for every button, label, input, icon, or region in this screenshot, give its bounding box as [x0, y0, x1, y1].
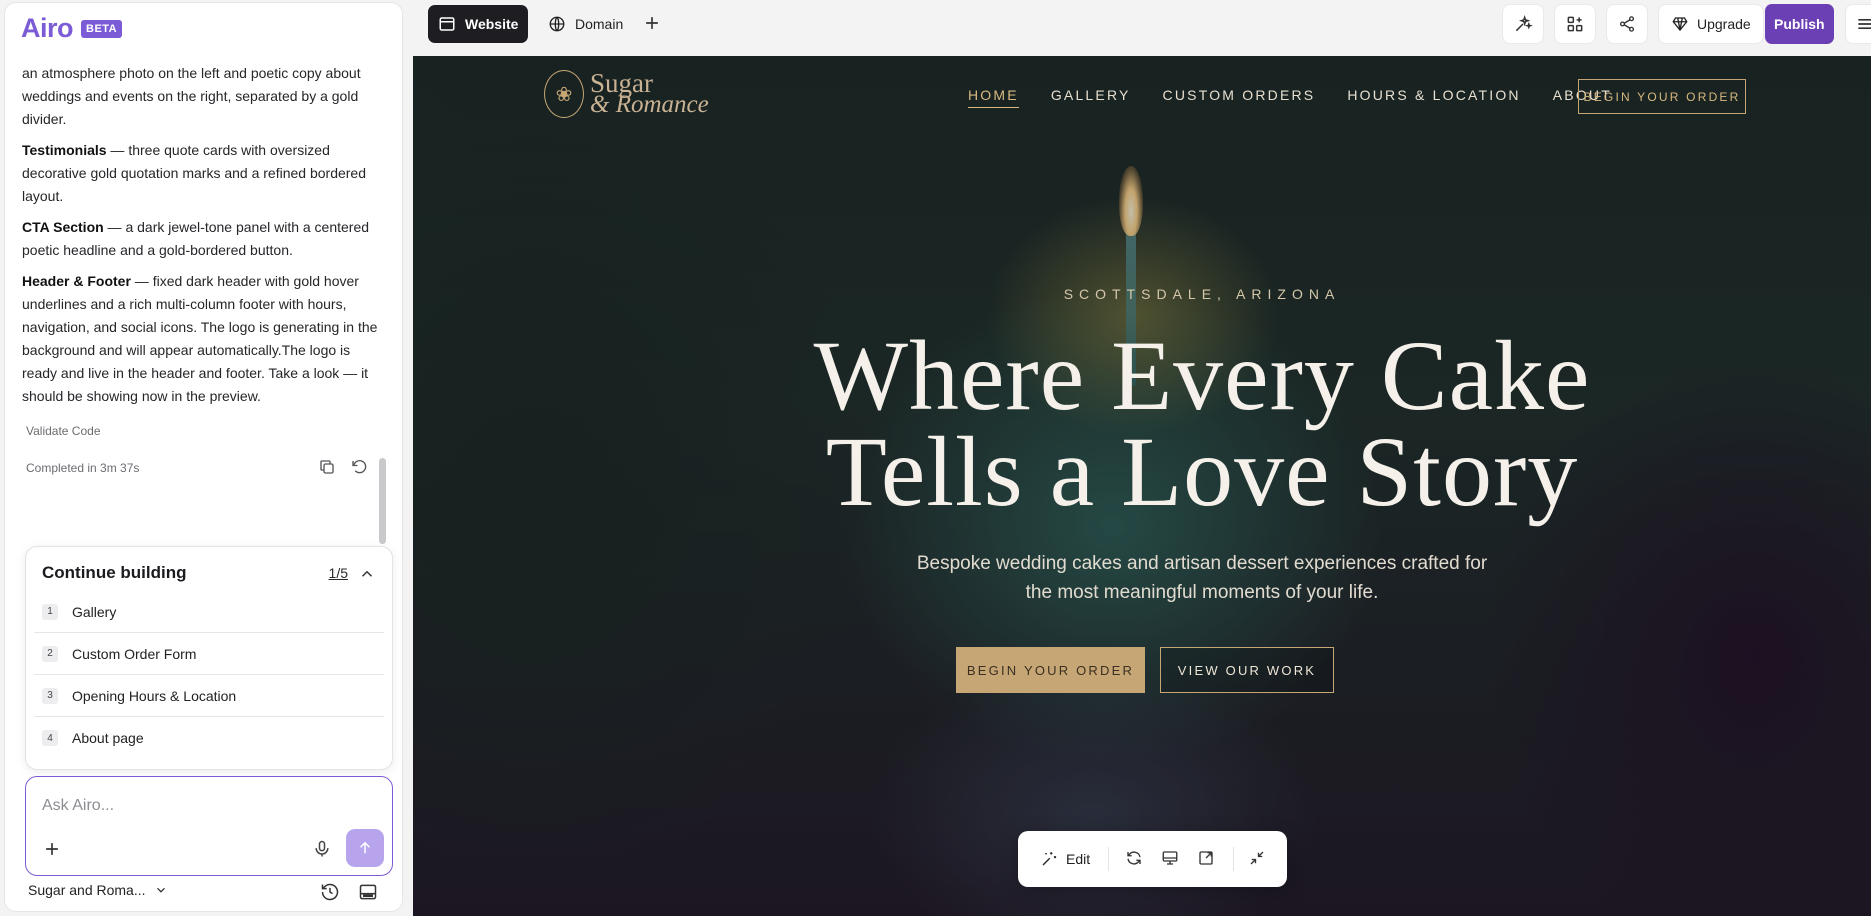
project-actions	[320, 882, 378, 902]
continue-building-card: Continue building 1/5 1 Gallery 2 Custom O…	[25, 546, 393, 770]
microphone-icon[interactable]	[312, 839, 332, 859]
nav-home[interactable]: HOME	[968, 87, 1019, 108]
project-name: Sugar and Roma...	[28, 882, 146, 898]
ask-input[interactable]	[42, 797, 362, 815]
step-number: 1	[42, 603, 58, 620]
hero-subtitle: Bespoke wedding cakes and artisan desser…	[916, 553, 1488, 603]
step-label: Custom Order Form	[72, 645, 197, 662]
preview-toolbar: Edit	[1018, 831, 1287, 887]
undo-icon[interactable]	[349, 457, 369, 477]
menu-button[interactable]	[1845, 4, 1871, 44]
upgrade-button[interactable]: Upgrade	[1658, 4, 1764, 44]
list-item[interactable]: 2 Custom Order Form	[34, 633, 384, 675]
begin-order-button[interactable]: BEGIN YOUR ORDER	[956, 647, 1145, 693]
diamond-icon	[1672, 17, 1688, 32]
tab-website-label: Website	[465, 16, 519, 32]
chat-card: Airo BETA an atmosphere photo on the lef…	[4, 2, 403, 912]
edit-button[interactable]: Edit	[1040, 847, 1110, 871]
open-external-icon[interactable]	[1197, 849, 1217, 869]
list-item[interactable]: 3 Opening Hours & Location	[34, 675, 384, 717]
desktop-icon[interactable]	[1161, 849, 1181, 869]
continue-building-list: 1 Gallery 2 Custom Order Form 3 Opening Hou…	[34, 591, 384, 759]
site-logo[interactable]: ❀ Sugar & Romance	[544, 70, 709, 118]
site-logo-text: Sugar & Romance	[590, 68, 709, 118]
top-bar: Website Domain Upgrade Publish	[413, 0, 1871, 48]
view-work-button[interactable]: VIEW OUR WORK	[1160, 647, 1334, 693]
panel-icon[interactable]	[358, 882, 378, 902]
browser-icon	[439, 17, 455, 31]
continue-building-count[interactable]: 1/5	[329, 565, 348, 581]
message-intro: an atmosphere photo on the left and poet…	[22, 65, 361, 127]
airo-logo: Airo	[21, 13, 74, 43]
site-nav: HOME GALLERY CUSTOM ORDERS HOURS & LOCAT…	[968, 87, 1612, 108]
hero-title-line2: Tells a Love Story	[825, 416, 1579, 527]
assistant-message: an atmosphere photo on the left and poet…	[22, 62, 382, 416]
share-icon	[1619, 16, 1635, 32]
copy-icon[interactable]	[317, 457, 337, 477]
hero-title-line1: Where Every Cake	[813, 320, 1591, 431]
chat-panel: Airo BETA an atmosphere photo on the lef…	[0, 0, 405, 916]
chevron-down-icon	[156, 887, 165, 893]
nav-gallery[interactable]: GALLERY	[1051, 87, 1131, 108]
header-begin-order-button[interactable]: BEGIN YOUR ORDER	[1578, 79, 1746, 114]
hero-title: Where Every Cake Tells a Love Story	[413, 320, 1871, 527]
publish-button[interactable]: Publish	[1765, 4, 1834, 44]
app-brand[interactable]: Airo BETA	[21, 13, 123, 43]
continue-building-title: Continue building	[42, 563, 187, 582]
validate-code-label[interactable]: Validate Code	[26, 423, 101, 439]
message-section-cta: CTA Section — a dark jewel-tone panel wi…	[22, 219, 370, 258]
plus-icon[interactable]	[42, 839, 62, 859]
nav-custom-orders[interactable]: CUSTOM ORDERS	[1163, 87, 1316, 108]
message-section-testimonials: Testimonials — three quote cards with ov…	[22, 142, 366, 204]
message-actions	[317, 457, 369, 477]
magic-wand-icon	[1042, 852, 1057, 866]
apps-button[interactable]	[1554, 4, 1596, 44]
rose-icon: ❀	[544, 70, 584, 118]
share-button[interactable]	[1606, 4, 1648, 44]
send-button[interactable]	[346, 829, 384, 867]
sparkle-icon	[1515, 14, 1533, 32]
upgrade-label: Upgrade	[1697, 16, 1751, 32]
step-label: Opening Hours & Location	[72, 687, 237, 704]
step-number: 2	[42, 645, 58, 662]
add-tab-icon[interactable]	[642, 13, 662, 33]
step-number: 4	[42, 730, 58, 746]
message-section-header-footer: Header & Footer — fixed dark header with…	[22, 273, 378, 404]
history-icon[interactable]	[320, 882, 340, 902]
collapse-icon[interactable]	[1248, 849, 1268, 869]
edit-label: Edit	[1066, 851, 1091, 867]
chat-scrollbar[interactable]	[379, 458, 386, 544]
globe-icon	[549, 16, 565, 32]
tab-domain-label: Domain	[575, 16, 624, 32]
refresh-icon[interactable]	[1125, 849, 1145, 869]
step-number: 3	[42, 687, 58, 704]
arrow-up-icon	[359, 841, 371, 854]
tab-website[interactable]: Website	[428, 5, 529, 43]
step-label: About page	[72, 730, 144, 746]
list-item[interactable]: 1 Gallery	[34, 591, 384, 633]
ask-box	[25, 776, 393, 876]
chevron-up-icon[interactable]	[358, 565, 376, 583]
preview-actions	[1109, 847, 1235, 871]
project-selector[interactable]: Sugar and Roma...	[28, 882, 168, 898]
site-header: ❀ Sugar & Romance HOME GALLERY CUSTOM OR…	[413, 56, 1871, 136]
hero-eyebrow: SCOTTSDALE, ARIZONA	[1063, 286, 1341, 302]
tab-domain[interactable]: Domain	[538, 5, 633, 43]
list-item[interactable]: 4 About page	[34, 717, 384, 759]
website-preview: ❀ Sugar & Romance HOME GALLERY CUSTOM OR…	[413, 56, 1871, 916]
apps-grid-icon	[1567, 16, 1583, 32]
step-label: Gallery	[72, 603, 117, 620]
completed-time: Completed in 3m 37s	[26, 461, 140, 475]
ai-tools-button[interactable]	[1502, 4, 1544, 44]
beta-badge: BETA	[81, 19, 123, 38]
nav-hours-location[interactable]: HOURS & LOCATION	[1347, 87, 1520, 108]
hamburger-icon	[1858, 19, 1871, 29]
